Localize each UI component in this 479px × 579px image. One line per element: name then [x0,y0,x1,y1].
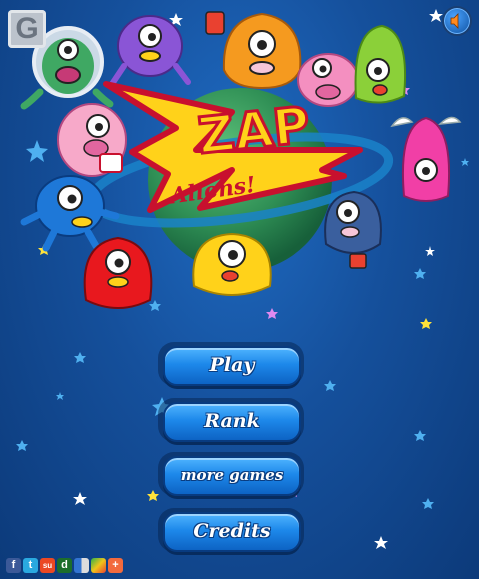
twitter-icon[interactable]: t [23,558,38,573]
site-logo-icon[interactable]: G [8,10,46,48]
sound-toggle-button[interactable] [442,6,472,36]
social-bookmark-icon[interactable] [91,558,106,573]
game-stage: ZAP Aliens! G Play Rank more games Credi… [0,0,479,579]
speaker-icon [450,13,459,29]
rank-button[interactable]: Rank [163,402,301,442]
digg-icon[interactable]: d [57,558,72,573]
play-button[interactable]: Play [163,346,301,386]
share-plus-icon[interactable]: + [108,558,123,573]
delicious-icon[interactable] [74,558,89,573]
credits-button[interactable]: Credits [163,512,301,552]
facebook-icon[interactable]: f [6,558,21,573]
stumbleupon-icon[interactable]: su [40,558,55,573]
title-zap: ZAP [195,96,312,165]
more-games-button[interactable]: more games [163,456,301,496]
